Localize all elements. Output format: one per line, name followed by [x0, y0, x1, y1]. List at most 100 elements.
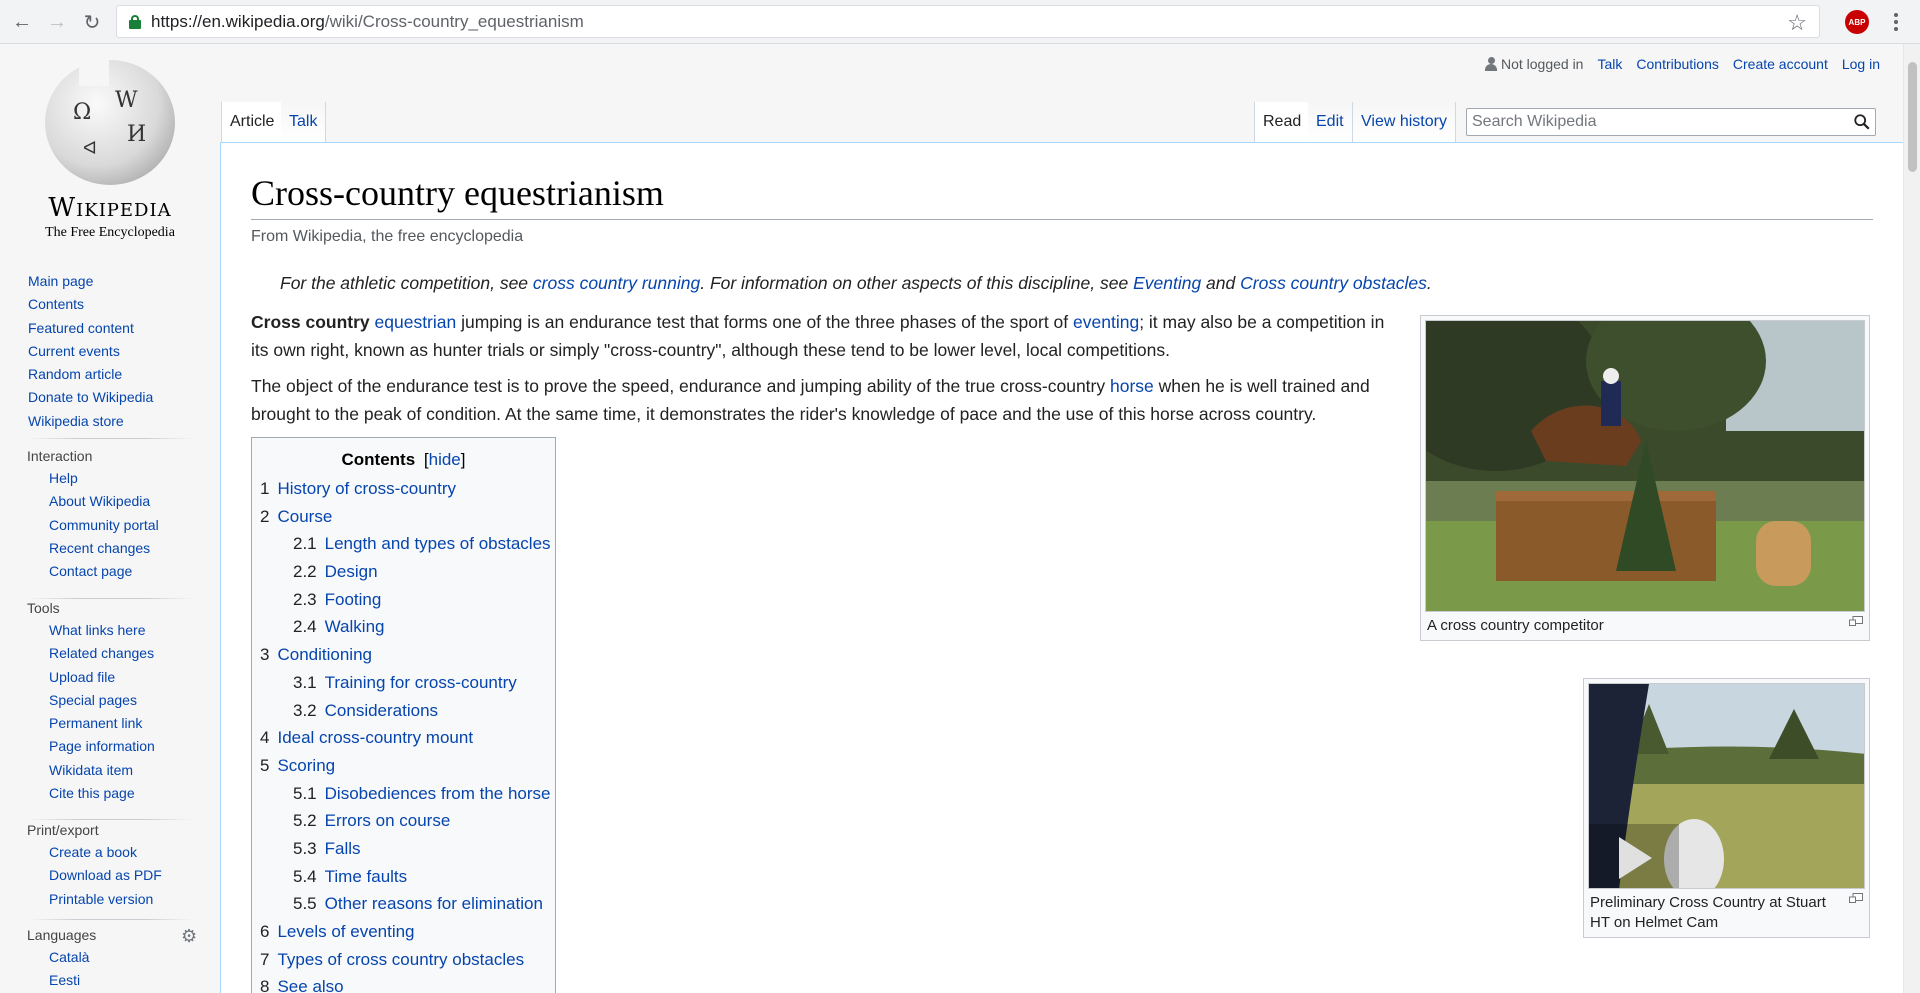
toc-item[interactable]: 5.1 Disobediences from the horse [260, 780, 550, 808]
link-horse[interactable]: horse [1110, 376, 1154, 396]
sidebar-item-store[interactable]: Wikipedia store [28, 410, 208, 433]
page-scrollbar[interactable] [1903, 44, 1920, 993]
toc-link[interactable]: Length and types of obstacles [325, 534, 551, 553]
toc-item[interactable]: 2 Course [260, 503, 547, 531]
sidebar-item-community-portal[interactable]: Community portal [49, 514, 208, 537]
tab-read[interactable]: Read [1254, 102, 1311, 142]
sidebar-item-special-pages[interactable]: Special pages [49, 689, 208, 712]
sidebar-item-download-pdf[interactable]: Download as PDF [49, 864, 208, 887]
toc-link[interactable]: See also [277, 977, 343, 993]
toc-heading: Contents [341, 450, 416, 469]
toc-link[interactable]: Conditioning [277, 645, 372, 664]
toc-link[interactable]: History of cross-country [277, 479, 456, 498]
bookmark-star-icon[interactable]: ☆ [1787, 10, 1807, 36]
search-icon[interactable] [1853, 113, 1871, 131]
toc-link[interactable]: Falls [325, 839, 361, 858]
language-link-catala[interactable]: Català [49, 946, 208, 969]
log-in-link[interactable]: Log in [1842, 56, 1880, 72]
toc-link[interactable]: Disobediences from the horse [325, 784, 551, 803]
toc-link[interactable]: Levels of eventing [277, 922, 414, 941]
toc-link[interactable]: Errors on course [325, 811, 451, 830]
browser-menu-icon[interactable] [1888, 8, 1904, 36]
sidebar-item-recent-changes[interactable]: Recent changes [49, 537, 208, 560]
toc-link[interactable]: Footing [325, 590, 382, 609]
sidebar-item-featured-content[interactable]: Featured content [28, 317, 208, 340]
tab-edit[interactable]: Edit [1308, 102, 1353, 142]
sidebar-item-contents[interactable]: Contents [28, 293, 208, 316]
toc-link[interactable]: Time faults [325, 867, 408, 886]
sidebar-item-help[interactable]: Help [49, 467, 208, 490]
sidebar-item-printable-version[interactable]: Printable version [49, 888, 208, 911]
toc-item[interactable]: 5.2 Errors on course [260, 807, 547, 835]
sidebar-item-upload-file[interactable]: Upload file [49, 666, 208, 689]
hatnote-link-cross-country-obstacles[interactable]: Cross country obstacles [1240, 273, 1427, 293]
toc-link[interactable]: Design [325, 562, 378, 581]
address-bar[interactable]: https://en.wikipedia.org/wiki/Cross-coun… [116, 5, 1820, 38]
toc-link[interactable]: Training for cross-country [325, 673, 517, 692]
toc-item[interactable]: 2.2 Design [260, 558, 547, 586]
tab-article[interactable]: Article [221, 102, 284, 142]
toc-link[interactable]: Scoring [277, 756, 335, 775]
toc-link[interactable]: Walking [325, 617, 385, 636]
sidebar-item-create-book[interactable]: Create a book [49, 841, 208, 864]
toc-item[interactable]: 6 Levels of eventing [260, 918, 547, 946]
tab-talk[interactable]: Talk [281, 102, 327, 142]
enlarge-icon[interactable] [1849, 893, 1863, 903]
scroll-thumb[interactable] [1908, 62, 1917, 172]
reload-icon[interactable]: ↻ [78, 8, 106, 36]
hatnote-link-eventing[interactable]: Eventing [1133, 273, 1201, 293]
contributions-link[interactable]: Contributions [1636, 56, 1719, 72]
toc-link[interactable]: Ideal cross-country mount [277, 728, 473, 747]
sidebar-item-donate[interactable]: Donate to Wikipedia [28, 386, 208, 409]
tab-view-history[interactable]: View history [1353, 102, 1456, 142]
sidebar-item-related-changes[interactable]: Related changes [49, 642, 208, 665]
toc-link[interactable]: Types of cross country obstacles [277, 950, 524, 969]
toc-item[interactable]: 2.1 Length and types of obstacles [260, 530, 551, 558]
sidebar-item-main-page[interactable]: Main page [28, 270, 208, 293]
sidebar-item-about[interactable]: About Wikipedia [49, 490, 208, 513]
link-eventing[interactable]: eventing [1073, 312, 1139, 332]
adblock-icon[interactable]: ABP [1845, 10, 1869, 34]
back-arrow-icon[interactable]: ← [8, 8, 36, 36]
search-input[interactable] [1467, 109, 1837, 135]
sidebar-item-what-links-here[interactable]: What links here [49, 619, 208, 642]
toc-item[interactable]: 8 See also [260, 973, 547, 993]
toc-item[interactable]: 2.4 Walking [260, 613, 547, 641]
link-equestrian[interactable]: equestrian [375, 312, 457, 332]
toc-item[interactable]: 5.5 Other reasons for elimination [260, 890, 547, 918]
toc-item[interactable]: 5 Scoring [260, 752, 547, 780]
helmet-cam-video[interactable] [1588, 683, 1865, 889]
sidebar-item-random-article[interactable]: Random article [28, 363, 208, 386]
language-link-eesti[interactable]: Eesti [49, 969, 208, 992]
sidebar-item-wikidata-item[interactable]: Wikidata item [49, 759, 208, 782]
forward-arrow-icon[interactable]: → [43, 8, 71, 36]
toc-number: 2.1 [293, 534, 317, 554]
toc-link[interactable]: Course [277, 507, 332, 526]
wikipedia-logo[interactable]: Ω W И ᐊ Wikipedia The Free Encyclopedia [24, 60, 196, 240]
toc-number: 2.4 [293, 617, 317, 637]
sidebar-item-cite-this-page[interactable]: Cite this page [49, 782, 208, 805]
toc-item[interactable]: 3 Conditioning [260, 641, 547, 669]
toc-link[interactable]: Considerations [325, 701, 438, 720]
user-talk-link[interactable]: Talk [1597, 56, 1622, 72]
enlarge-icon[interactable] [1849, 616, 1863, 626]
sidebar-item-contact-page[interactable]: Contact page [49, 560, 208, 583]
toc-item[interactable]: 5.4 Time faults [260, 863, 547, 891]
toc-item[interactable]: 1 History of cross-country [260, 475, 547, 503]
language-settings-gear-icon[interactable]: ⚙ [181, 926, 197, 947]
toc-link[interactable]: Other reasons for elimination [325, 894, 543, 913]
sidebar-item-current-events[interactable]: Current events [28, 340, 208, 363]
sidebar-item-permanent-link[interactable]: Permanent link [49, 712, 208, 735]
toc-item[interactable]: 5.3 Falls [260, 835, 547, 863]
toc-item[interactable]: 3.1 Training for cross-country [260, 669, 547, 697]
toc-hide-link[interactable]: hide [429, 450, 461, 469]
hatnote-link-cross-country-running[interactable]: cross country running [533, 273, 700, 293]
toc-item[interactable]: 7 Types of cross country obstacles [260, 946, 547, 974]
toc-item[interactable]: 4 Ideal cross-country mount [260, 724, 547, 752]
toc-item[interactable]: 3.2 Considerations [260, 697, 547, 725]
create-account-link[interactable]: Create account [1733, 56, 1828, 72]
competitor-photo[interactable] [1425, 320, 1865, 612]
toc-hide-toggle[interactable]: [hide] [424, 450, 466, 469]
toc-item[interactable]: 2.3 Footing [260, 586, 547, 614]
sidebar-item-page-information[interactable]: Page information [49, 735, 208, 758]
